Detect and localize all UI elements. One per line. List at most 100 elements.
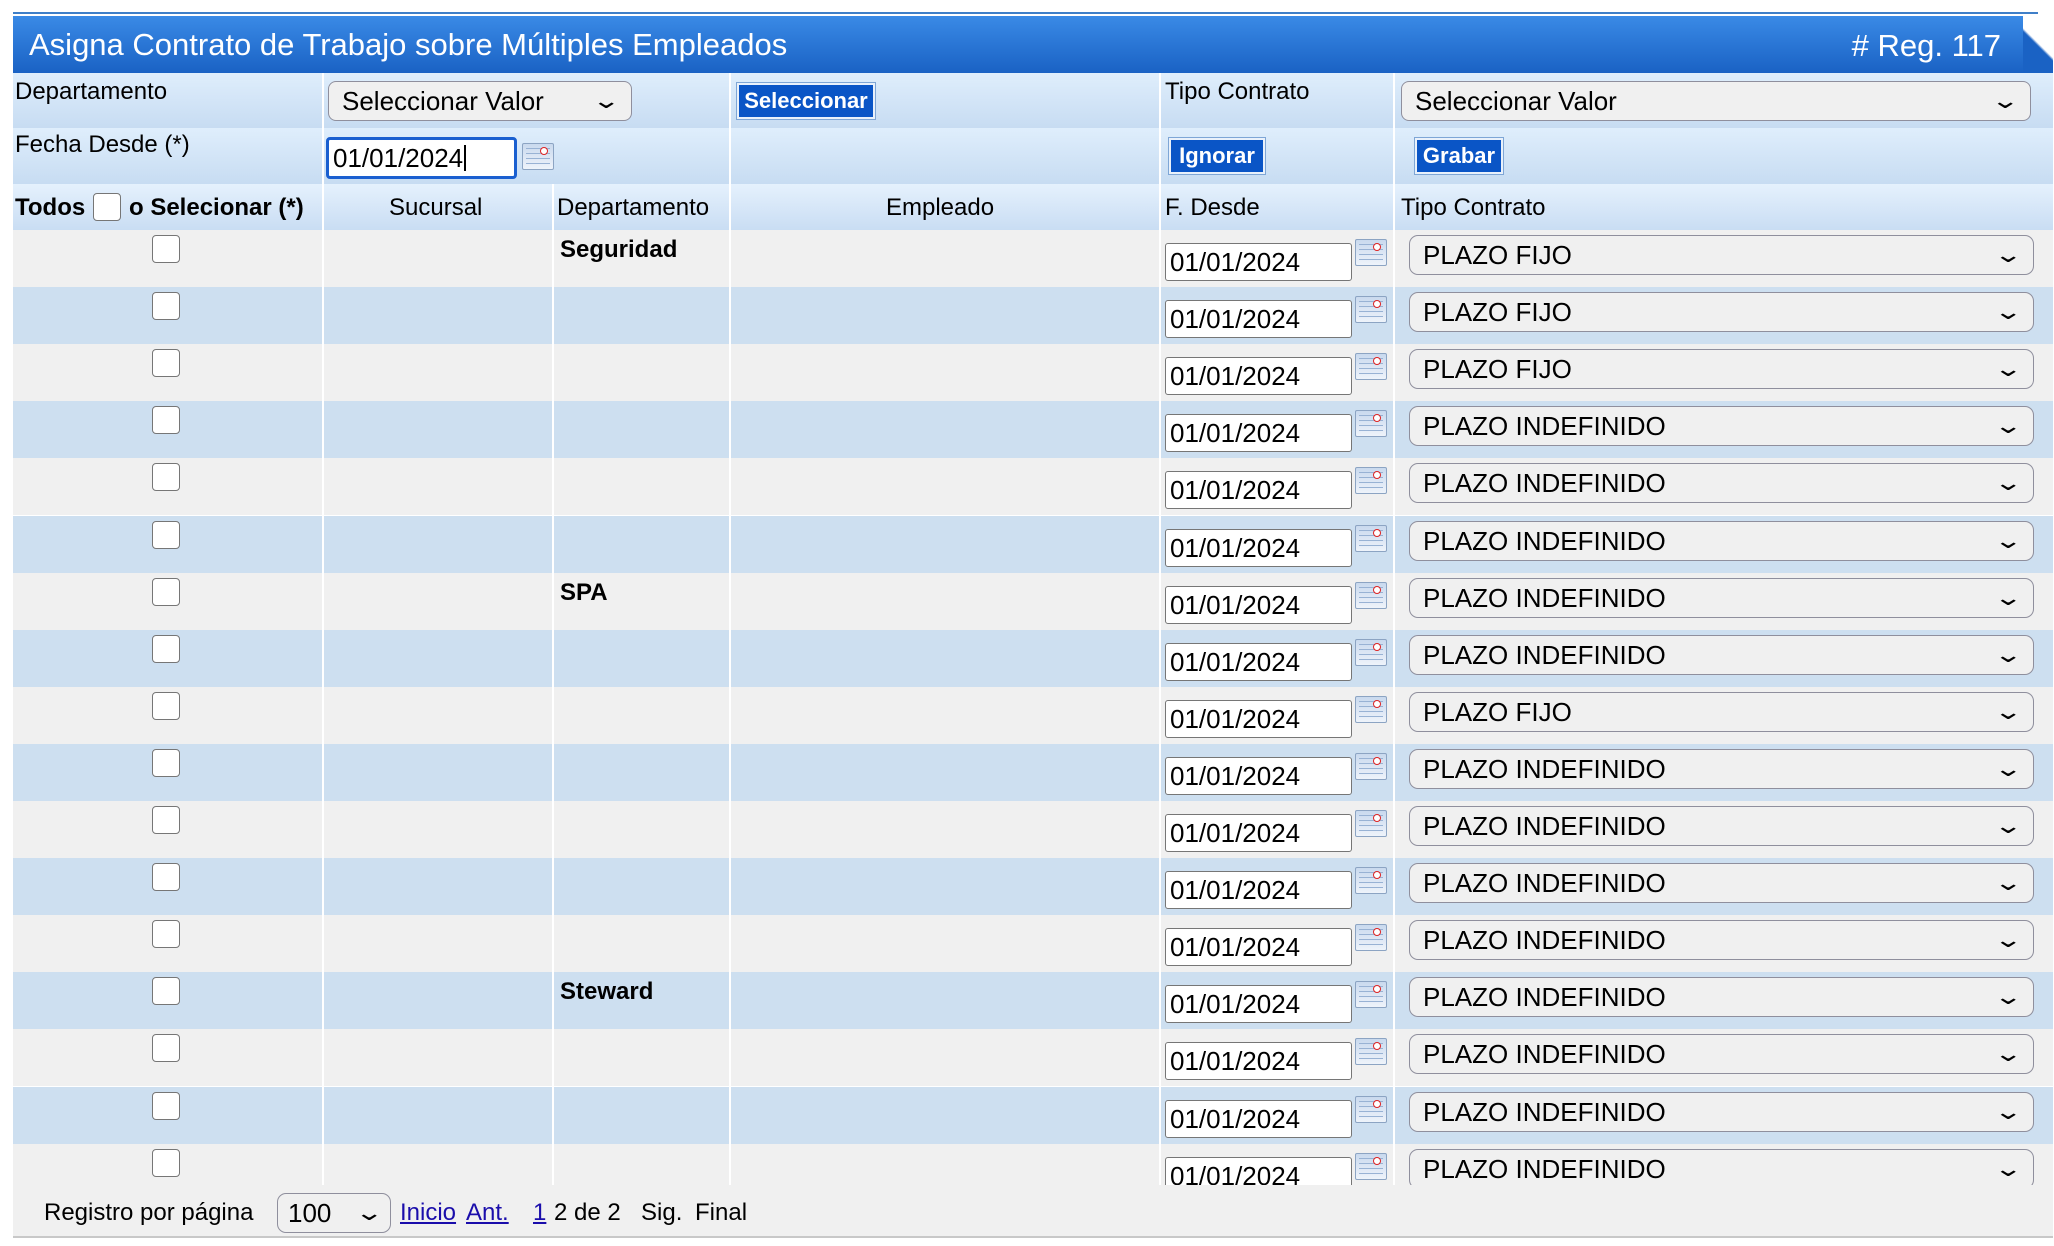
per-page-select[interactable]: 100 ⌄ <box>277 1193 391 1233</box>
record-count: # Reg. 117 <box>1851 28 2001 63</box>
row-date-input[interactable]: 01/01/2024 <box>1165 928 1352 966</box>
table-row: 01/01/2024 PLAZO INDEFINIDO ⌄ <box>13 801 2053 858</box>
department-select[interactable]: Seleccionar Valor ⌄ <box>328 81 632 121</box>
row-checkbox[interactable] <box>152 806 180 834</box>
row-checkbox[interactable] <box>152 920 180 948</box>
chevron-down-icon: ⌄ <box>1993 299 2023 324</box>
ant-link[interactable]: Ant. <box>466 1199 509 1226</box>
row-contract-type-select[interactable]: PLAZO INDEFINIDO ⌄ <box>1409 635 2034 675</box>
row-contract-type-select[interactable]: PLAZO INDEFINIDO ⌄ <box>1409 521 2034 561</box>
row-date-input[interactable]: 01/01/2024 <box>1165 643 1352 681</box>
grabar-button[interactable]: Grabar <box>1415 138 1503 174</box>
row-date-input[interactable]: 01/01/2024 <box>1165 871 1352 909</box>
column-header-departamento: Departamento <box>557 194 710 221</box>
calendar-icon[interactable] <box>1355 467 1387 494</box>
row-contract-type-select[interactable]: PLAZO INDEFINIDO ⌄ <box>1409 406 2034 446</box>
row-date-input[interactable]: 01/01/2024 <box>1165 700 1352 738</box>
row-date-input[interactable]: 01/01/2024 <box>1165 985 1352 1023</box>
chevron-down-icon: ⌄ <box>1993 699 2023 724</box>
calendar-icon[interactable] <box>1355 239 1387 266</box>
row-contract-type-select[interactable]: PLAZO FIJO ⌄ <box>1409 349 2034 389</box>
calendar-icon[interactable] <box>1355 810 1387 837</box>
row-checkbox[interactable] <box>152 1149 180 1177</box>
chevron-down-icon: ⌄ <box>1993 470 2023 495</box>
row-checkbox[interactable] <box>152 863 180 891</box>
corner-fold-icon <box>2023 16 2053 73</box>
chevron-down-icon: ⌄ <box>1993 813 2023 838</box>
calendar-icon[interactable] <box>1355 1153 1387 1180</box>
row-contract-type-select[interactable]: PLAZO INDEFINIDO ⌄ <box>1409 463 2034 503</box>
row-date-input[interactable]: 01/01/2024 <box>1165 814 1352 852</box>
row-contract-type-select[interactable]: PLAZO INDEFINIDO ⌄ <box>1409 1092 2034 1132</box>
row-checkbox[interactable] <box>152 521 180 549</box>
row-checkbox[interactable] <box>152 235 180 263</box>
row-checkbox[interactable] <box>152 635 180 663</box>
ignorar-button[interactable]: Ignorar <box>1169 138 1265 174</box>
row-checkbox[interactable] <box>152 977 180 1005</box>
calendar-icon[interactable] <box>522 143 554 170</box>
row-date-input[interactable]: 01/01/2024 <box>1165 757 1352 795</box>
row-date-input[interactable]: 01/01/2024 <box>1165 1042 1352 1080</box>
todos-label: Todos <box>15 194 86 221</box>
row-checkbox[interactable] <box>152 463 180 491</box>
row-contract-type-select[interactable]: PLAZO INDEFINIDO ⌄ <box>1409 920 2034 960</box>
calendar-icon[interactable] <box>1355 867 1387 894</box>
row-checkbox[interactable] <box>152 749 180 777</box>
calendar-icon[interactable] <box>1355 353 1387 380</box>
date-from-input[interactable]: 01/01/2024 <box>326 137 517 179</box>
row-contract-type-select[interactable]: PLAZO INDEFINIDO ⌄ <box>1409 863 2034 903</box>
row-checkbox[interactable] <box>152 349 180 377</box>
row-contract-type-select[interactable]: PLAZO INDEFINIDO ⌄ <box>1409 578 2034 618</box>
calendar-icon[interactable] <box>1355 525 1387 552</box>
table-row: 01/01/2024 PLAZO INDEFINIDO ⌄ <box>13 1087 2053 1144</box>
selection-label: o Selecionar (*) <box>129 194 304 221</box>
page-info: 2 de 2 <box>554 1199 621 1226</box>
row-date-input[interactable]: 01/01/2024 <box>1165 1100 1352 1138</box>
row-contract-type-select[interactable]: PLAZO FIJO ⌄ <box>1409 235 2034 275</box>
row-date-input[interactable]: 01/01/2024 <box>1165 357 1352 395</box>
calendar-icon[interactable] <box>1355 981 1387 1008</box>
row-date-input[interactable]: 01/01/2024 <box>1165 243 1352 281</box>
row-contract-type-select[interactable]: PLAZO INDEFINIDO ⌄ <box>1409 749 2034 789</box>
row-contract-type-select[interactable]: PLAZO FIJO ⌄ <box>1409 692 2034 732</box>
row-checkbox[interactable] <box>152 292 180 320</box>
table-row: 01/01/2024 PLAZO INDEFINIDO ⌄ <box>13 1029 2053 1086</box>
table-row: 01/01/2024 PLAZO FIJO ⌄ <box>13 344 2053 401</box>
calendar-icon[interactable] <box>1355 1038 1387 1065</box>
calendar-icon[interactable] <box>1355 639 1387 666</box>
page-title: Asigna Contrato de Trabajo sobre Múltipl… <box>29 26 788 62</box>
calendar-icon[interactable] <box>1355 924 1387 951</box>
row-checkbox[interactable] <box>152 1092 180 1120</box>
seleccionar-button[interactable]: Seleccionar <box>737 83 875 119</box>
row-date-input[interactable]: 01/01/2024 <box>1165 529 1352 567</box>
top-border <box>13 12 2038 14</box>
calendar-icon[interactable] <box>1355 753 1387 780</box>
row-checkbox[interactable] <box>152 406 180 434</box>
row-contract-type-select[interactable]: PLAZO INDEFINIDO ⌄ <box>1409 1034 2034 1074</box>
table-row: 01/01/2024 PLAZO INDEFINIDO ⌄ <box>13 516 2053 573</box>
row-contract-type-select[interactable]: PLAZO INDEFINIDO ⌄ <box>1409 977 2034 1017</box>
select-all-checkbox[interactable] <box>93 193 121 221</box>
calendar-icon[interactable] <box>1355 410 1387 437</box>
row-date-input[interactable]: 01/01/2024 <box>1165 300 1352 338</box>
inicio-link[interactable]: Inicio <box>400 1199 456 1226</box>
calendar-icon[interactable] <box>1355 296 1387 323</box>
calendar-icon[interactable] <box>1355 696 1387 723</box>
row-checkbox[interactable] <box>152 692 180 720</box>
row-department: SPA <box>560 579 608 606</box>
row-contract-type-select[interactable]: PLAZO INDEFINIDO ⌄ <box>1409 806 2034 846</box>
row-date-input[interactable]: 01/01/2024 <box>1165 471 1352 509</box>
row-contract-type-select[interactable]: PLAZO INDEFINIDO ⌄ <box>1409 1149 2034 1189</box>
contract-type-select[interactable]: Seleccionar Valor ⌄ <box>1401 81 2031 121</box>
row-date-input[interactable]: 01/01/2024 <box>1165 586 1352 624</box>
row-date-input[interactable]: 01/01/2024 <box>1165 414 1352 452</box>
calendar-icon[interactable] <box>1355 1096 1387 1123</box>
page-1-link[interactable]: 1 <box>533 1199 546 1226</box>
chevron-down-icon: ⌄ <box>1993 1041 2023 1066</box>
chevron-down-icon: ⌄ <box>1993 927 2023 952</box>
calendar-icon[interactable] <box>1355 582 1387 609</box>
row-contract-type-select[interactable]: PLAZO FIJO ⌄ <box>1409 292 2034 332</box>
table-header: Todos o Selecionar (*) Sucursal Departam… <box>13 184 2053 230</box>
row-checkbox[interactable] <box>152 1034 180 1062</box>
row-checkbox[interactable] <box>152 578 180 606</box>
